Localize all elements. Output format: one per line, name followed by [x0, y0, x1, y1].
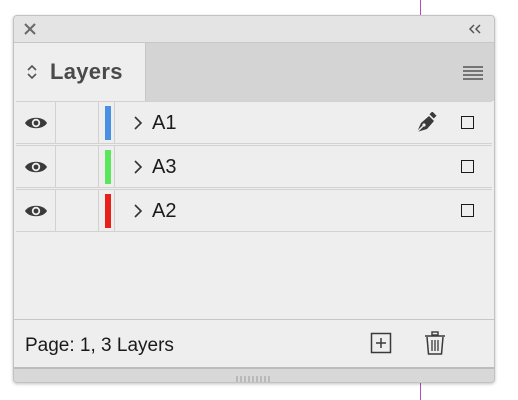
layer-row[interactable]: A1	[16, 101, 492, 144]
chevron-right-icon[interactable]	[133, 204, 143, 218]
layer-row[interactable]: A2	[16, 189, 492, 232]
layer-select-box[interactable]	[461, 160, 474, 173]
status-text: Page: 1, 3 Layers	[25, 335, 174, 356]
chevron-right-icon[interactable]	[133, 116, 143, 130]
layer-select-box[interactable]	[461, 204, 474, 217]
visibility-toggle[interactable]	[16, 146, 56, 188]
tab-label: Layers	[50, 59, 123, 84]
lock-toggle[interactable]	[57, 146, 99, 188]
updown-arrows-icon[interactable]	[26, 63, 38, 81]
divider	[114, 146, 115, 188]
eye-icon	[25, 205, 47, 217]
layer-color-swatch	[105, 150, 111, 184]
layer-color-swatch	[105, 194, 111, 228]
layer-name[interactable]: A3	[152, 156, 176, 179]
close-icon[interactable]	[22, 21, 38, 37]
layer-name[interactable]: A1	[152, 112, 176, 135]
eye-icon	[25, 161, 47, 173]
panel-resize-handle[interactable]	[14, 367, 494, 382]
visibility-toggle[interactable]	[16, 190, 56, 232]
layer-name[interactable]: A2	[152, 200, 176, 223]
divider	[114, 190, 115, 232]
panel-tabbar: Layers	[14, 42, 494, 102]
collapse-panel-icon[interactable]	[466, 21, 484, 37]
visibility-toggle[interactable]	[16, 102, 56, 144]
panel-statusbar: Page: 1, 3 Layers	[14, 319, 494, 370]
divider	[114, 102, 115, 144]
eye-icon	[25, 117, 47, 129]
layer-select-box[interactable]	[461, 116, 474, 129]
tab-layers[interactable]: Layers	[14, 43, 146, 101]
hamburger-menu-icon[interactable]	[462, 63, 484, 81]
trash-icon[interactable]	[423, 331, 447, 356]
layer-row[interactable]: A3	[16, 145, 492, 188]
lock-toggle[interactable]	[57, 190, 99, 232]
panel-titlebar	[14, 16, 494, 42]
layers-list: A1 A3 A2	[14, 101, 494, 319]
lock-toggle[interactable]	[57, 102, 99, 144]
grip-icon	[235, 371, 273, 382]
layers-panel: Layers A1 A3 A2 Page: 1, 3 Layers	[13, 15, 495, 383]
plus-square-icon[interactable]	[370, 332, 392, 354]
chevron-right-icon[interactable]	[133, 160, 143, 174]
pen-nib-icon	[414, 111, 438, 134]
layer-color-swatch	[105, 106, 111, 140]
